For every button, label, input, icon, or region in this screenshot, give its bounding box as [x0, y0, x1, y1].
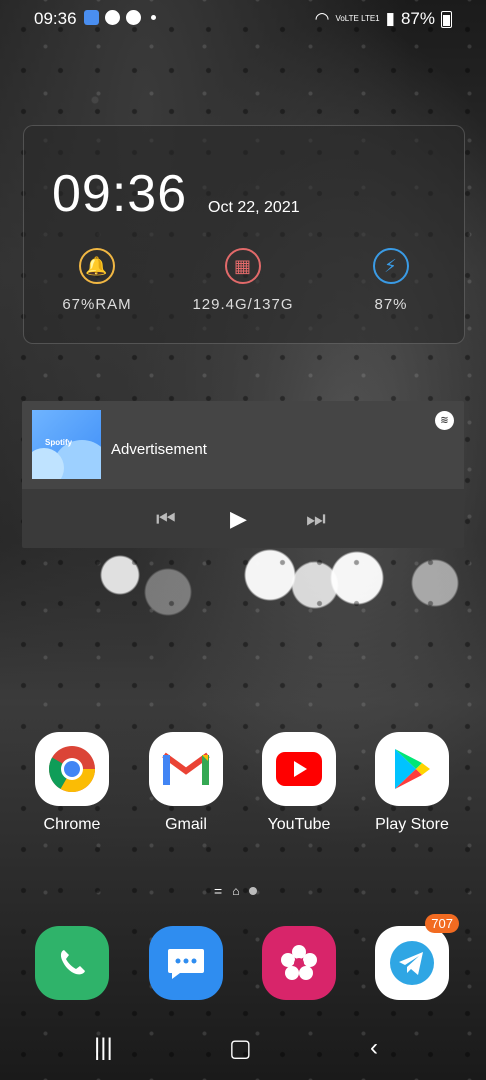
wifi-icon: ◠	[314, 9, 330, 28]
storage-label: 129.4G/137G	[192, 296, 294, 313]
page-dot	[249, 887, 258, 895]
dock-messages[interactable]	[136, 926, 236, 1000]
gmail-icon	[149, 732, 223, 806]
navigation-bar: ||| ▢ ‹	[0, 1020, 486, 1080]
app-label: Chrome	[43, 816, 101, 833]
dock-phone[interactable]	[22, 926, 122, 1000]
app-chrome[interactable]: Chrome	[22, 732, 122, 834]
app-youtube[interactable]: YouTube	[249, 732, 349, 834]
dock-gallery[interactable]	[249, 926, 349, 1000]
dock-telegram[interactable]: 707	[362, 914, 462, 1000]
gallery-icon	[262, 926, 336, 1000]
album-art-label: Spotify	[45, 438, 73, 447]
app-label: YouTube	[267, 816, 331, 833]
battery-stat[interactable]: ⚡ 87%	[336, 248, 446, 313]
chrome-icon	[35, 732, 109, 806]
phone-icon	[35, 926, 109, 1000]
ram-stat[interactable]: 🔔 67%RAM	[42, 248, 152, 313]
music-widget[interactable]: Spotify Advertisement ≋ ⏮ ▶ ⏭	[22, 401, 464, 548]
signal-icon: ▮	[385, 9, 395, 28]
play-store-icon	[375, 732, 449, 806]
clock-time: 09:36	[52, 165, 188, 223]
back-button[interactable]: ‹	[370, 1034, 378, 1062]
status-time: 09:36	[34, 9, 77, 28]
status-bar: 09:36 ◠ VoLTE LTE1 ▮ 87%	[0, 0, 486, 36]
messages-icon	[149, 926, 223, 1000]
notification-app-icon	[84, 10, 99, 25]
recent-apps-button[interactable]: |||	[94, 1034, 113, 1062]
battery-charge-icon: ⚡	[373, 248, 409, 284]
broom-icon: ▦	[225, 248, 261, 284]
status-right: ◠ VoLTE LTE1 ▮ 87%	[315, 9, 452, 29]
telegram-icon: 707	[375, 914, 459, 1000]
page-indicator[interactable]: = ⌂	[214, 883, 258, 899]
previous-track-icon[interactable]: ⏮	[156, 506, 176, 532]
spotify-logo-icon[interactable]: ≋	[435, 411, 454, 430]
menu-page-icon: =	[214, 883, 223, 899]
app-play-store[interactable]: Play Store	[362, 732, 462, 834]
next-track-icon[interactable]: ⏭	[306, 506, 326, 532]
bell-icon: 🔔	[79, 248, 115, 284]
ram-label: 67%RAM	[62, 296, 132, 313]
album-art[interactable]: Spotify	[32, 410, 101, 479]
battery-percent: 87%	[400, 9, 435, 28]
storage-stat[interactable]: ▦ 129.4G/137G	[188, 248, 298, 313]
app-label: Play Store	[375, 816, 449, 833]
volte-icon: VoLTE LTE1	[335, 14, 380, 23]
battery-icon	[441, 10, 452, 28]
youtube-icon	[262, 732, 336, 806]
play-icon[interactable]: ▶	[230, 506, 247, 532]
more-notifications-dot	[151, 15, 156, 20]
battery-label: 87%	[374, 296, 408, 313]
app-gmail[interactable]: Gmail	[136, 732, 236, 834]
gamepad-icon	[105, 10, 120, 25]
track-title: Advertisement	[111, 441, 207, 458]
notification-icons	[84, 10, 156, 25]
clock-date: Oct 22, 2021	[208, 199, 300, 216]
home-button[interactable]: ▢	[229, 1034, 252, 1063]
music-controls: ⏮ ▶ ⏭	[22, 489, 464, 548]
home-page-icon: ⌂	[232, 884, 240, 898]
notification-badge: 707	[425, 914, 459, 933]
spotify-notification-icon	[126, 10, 141, 25]
music-info: Spotify Advertisement ≋	[22, 401, 464, 489]
app-label: Gmail	[165, 816, 207, 833]
clock-widget[interactable]: 09:36 Oct 22, 2021 🔔 67%RAM ▦ 129.4G/137…	[23, 125, 465, 344]
